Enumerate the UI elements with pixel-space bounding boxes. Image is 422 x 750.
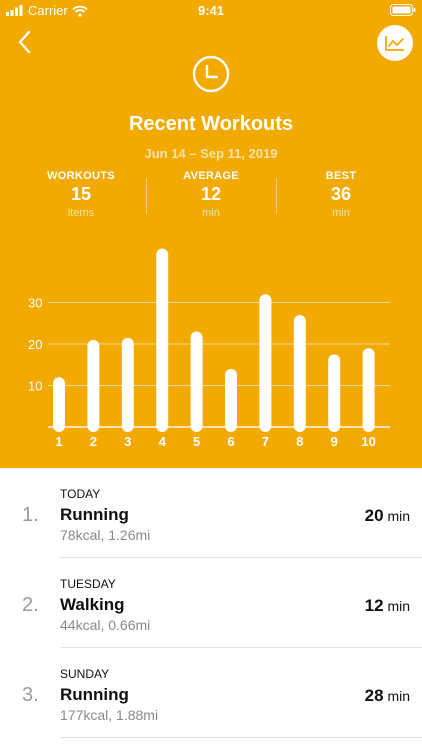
stat-value: 15: [70, 184, 92, 204]
status-time: 9:41: [197, 3, 225, 18]
chart-bar: [293, 314, 306, 432]
stat-value: 12: [200, 184, 222, 204]
chart-bar: [259, 294, 272, 432]
duration-value: 12: [364, 596, 384, 615]
workout-list: 1. TODAY Running 78kcal, 1.26mi 20 min 2…: [0, 468, 422, 738]
chart-bar: [121, 337, 134, 432]
date-range: Jun 14 – Sep 11, 2019: [144, 146, 278, 161]
status-bar: Carrier 9:41: [0, 0, 422, 20]
workout-bar-chart: 10 20 30 1 2 3 4 5 6 7 8 9 10: [28, 248, 390, 449]
x-tick-label: 8: [296, 434, 303, 449]
duration-value: 20: [364, 506, 384, 525]
workout-row[interactable]: 3. SUNDAY Running 177kcal, 1.88mi 28 min: [0, 648, 422, 738]
y-tick-label: 30: [28, 296, 42, 311]
y-tick-label: 10: [28, 379, 42, 394]
x-tick-label: 3: [124, 434, 131, 449]
battery-icon: [390, 4, 416, 16]
row-activity: Running: [60, 685, 129, 704]
row-details: 78kcal, 1.26mi: [60, 527, 151, 543]
workout-row[interactable]: 1. TODAY Running 78kcal, 1.26mi 20 min: [0, 468, 422, 558]
x-tick-label: 5: [193, 434, 200, 449]
stat-unit: min: [332, 207, 350, 219]
row-day: TODAY: [60, 487, 101, 501]
line-chart-icon: [385, 36, 404, 51]
duration-unit: min: [387, 598, 410, 614]
chart-bar: [156, 248, 169, 432]
x-tick-label: 10: [361, 434, 375, 449]
row-duration: 12 min: [365, 596, 410, 616]
x-tick-label: 7: [262, 434, 269, 449]
stat-label: WORKOUTS: [47, 170, 115, 182]
row-index: 2.: [22, 594, 39, 616]
x-tick-label: 6: [227, 434, 234, 449]
chart-bar: [53, 377, 65, 432]
stat-average: AVERAGE 12 min: [141, 170, 281, 219]
x-tick-label: 9: [331, 434, 338, 449]
page-title: Recent Workouts: [128, 113, 294, 135]
y-tick-label: 20: [28, 337, 42, 352]
x-tick-label: 4: [159, 434, 167, 449]
chart-bar: [328, 354, 341, 432]
chevron-left-icon: [18, 30, 31, 54]
row-details: 44kcal, 0.66mi: [60, 617, 151, 633]
row-day: TUESDAY: [60, 577, 116, 591]
workout-row[interactable]: 2. TUESDAY Walking 44kcal, 0.66mi 12 min: [0, 558, 422, 648]
row-divider: [60, 737, 422, 738]
duration-value: 28: [364, 686, 384, 705]
duration-unit: min: [387, 688, 410, 704]
back-button[interactable]: [10, 28, 38, 56]
stat-label: BEST: [325, 170, 357, 182]
row-duration: 20 min: [365, 506, 410, 526]
row-details: 177kcal, 1.88mi: [60, 707, 159, 723]
stat-workouts: WORKOUTS 15 items: [11, 170, 151, 219]
workout-summary-panel: Carrier 9:41 Recent Workouts Jun 14 – Se…: [0, 0, 422, 468]
stat-best: BEST 36 min: [271, 170, 411, 219]
stat-unit: items: [67, 207, 95, 219]
row-index: 3.: [22, 684, 39, 706]
stat-unit: min: [202, 207, 220, 219]
chart-bar: [190, 331, 203, 432]
chart-bar: [225, 368, 237, 432]
row-index: 1.: [22, 504, 39, 526]
row-duration: 28 min: [365, 686, 410, 706]
duration-unit: min: [387, 508, 410, 524]
chart-button[interactable]: [377, 25, 413, 61]
stat-value: 36: [330, 184, 352, 204]
row-activity: Running: [60, 505, 129, 524]
chart-bar: [87, 339, 100, 432]
x-tick-label: 1: [55, 434, 62, 449]
row-activity: Walking: [60, 595, 125, 614]
stat-label: AVERAGE: [183, 170, 239, 182]
x-tick-label: 2: [90, 434, 97, 449]
clock-icon: [192, 55, 230, 93]
row-day: SUNDAY: [60, 667, 110, 681]
chart-bar: [362, 348, 375, 432]
